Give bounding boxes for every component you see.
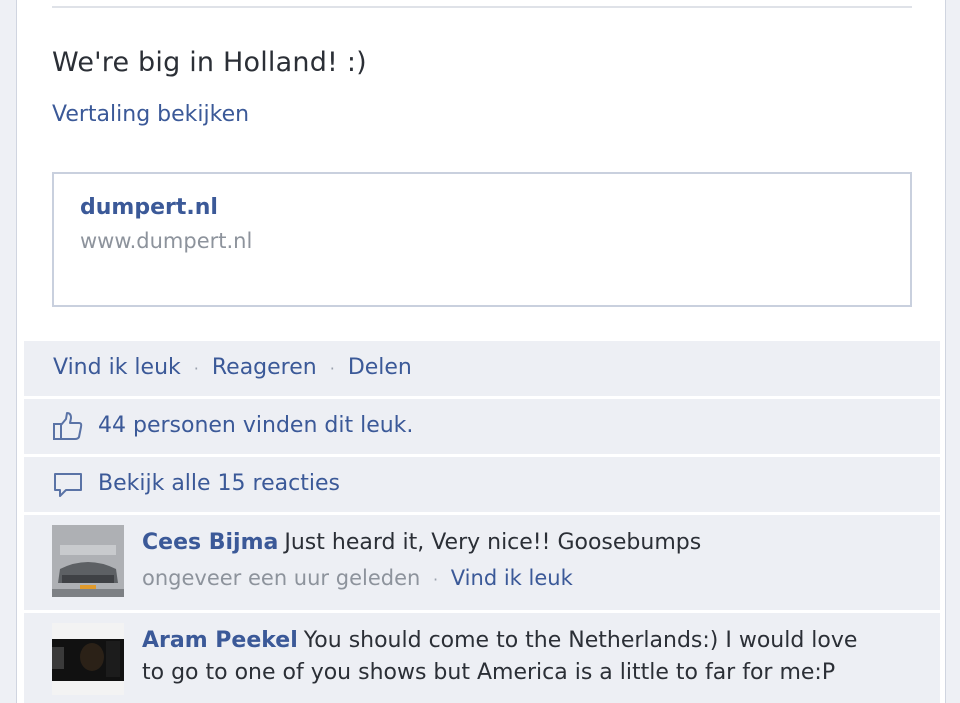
translate-link[interactable]: Vertaling bekijken — [52, 102, 249, 127]
comment-text: Just heard it, Very nice!! Goosebumps — [284, 530, 702, 555]
separator: · — [193, 359, 199, 378]
likes-row: 44 personen vinden dit leuk. — [24, 399, 940, 454]
divider — [52, 6, 912, 8]
post-message: We're big in Holland! :) — [52, 47, 367, 78]
separator: · — [329, 359, 335, 378]
comment-timestamp[interactable]: ongeveer een uur geleden — [142, 566, 420, 590]
separator: · — [433, 570, 439, 589]
link-preview-url: www.dumpert.nl — [80, 229, 253, 253]
avatar-image — [52, 623, 124, 695]
avatar-image — [52, 525, 124, 597]
comment-link[interactable]: Reageren — [212, 355, 317, 380]
view-all-comments-link[interactable]: Bekijk alle 15 reacties — [98, 471, 340, 496]
like-link[interactable]: Vind ik leuk — [53, 355, 181, 380]
comment-author[interactable]: Cees Bijma — [142, 530, 278, 555]
comment-author[interactable]: Aram Peekel — [142, 628, 298, 653]
avatar[interactable] — [52, 525, 124, 597]
likes-summary[interactable]: 44 personen vinden dit leuk. — [98, 413, 413, 438]
page: We're big in Holland! :) Vertaling bekij… — [0, 0, 960, 703]
comment-item: Cees Bijma Just heard it, Very nice!! Goo… — [24, 515, 940, 610]
avatar[interactable] — [52, 623, 124, 695]
speech-bubble-icon — [54, 473, 82, 497]
comment-item: Aram Peekel You should come to the Nether… — [24, 613, 940, 703]
comment-body: Aram Peekel You should come to the Nether… — [142, 625, 882, 689]
feedback-panel: Vind ik leuk · Reageren · Delen 44 perso… — [24, 341, 940, 703]
link-preview-card[interactable]: dumpert.nl www.dumpert.nl — [52, 172, 912, 307]
link-preview-title[interactable]: dumpert.nl — [80, 195, 218, 220]
comment-like-link[interactable]: Vind ik leuk — [451, 566, 573, 590]
thumbs-up-icon — [53, 412, 83, 440]
action-bar: Vind ik leuk · Reageren · Delen — [24, 341, 940, 396]
comment-body: Cees Bijma Just heard it, Very nice!! Goo… — [142, 527, 882, 559]
view-comments-row: Bekijk alle 15 reacties — [24, 457, 940, 512]
comment-meta: ongeveer een uur geleden · Vind ik leuk — [142, 566, 573, 590]
action-links: Vind ik leuk · Reageren · Delen — [53, 355, 412, 380]
share-link[interactable]: Delen — [348, 355, 412, 380]
